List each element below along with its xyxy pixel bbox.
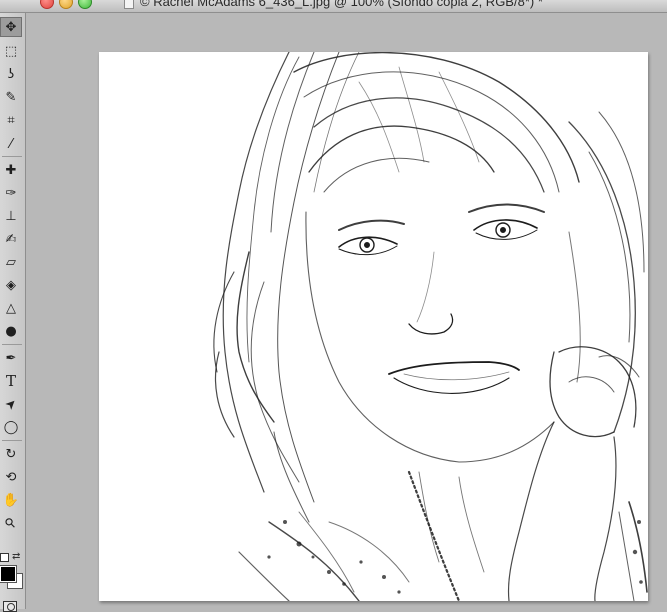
path-selection-tool-icon: ➤ (1, 394, 21, 414)
pen-tool-icon: ✒ (5, 350, 17, 366)
type-tool-icon: T (5, 371, 16, 390)
document-image[interactable] (99, 52, 648, 601)
3d-orbit-tool-button[interactable]: ⟲ (0, 467, 22, 487)
move-tool-button[interactable]: ✥ (0, 17, 22, 37)
paint-bucket-tool-icon: ◈ (6, 277, 16, 293)
history-brush-tool-button[interactable]: ✍ (0, 229, 22, 249)
eyedropper-tool-button[interactable]: ⁄ (0, 134, 22, 154)
lasso-tool-icon: ʖ (7, 66, 15, 82)
tools-panel: ✥ ⬚ ʖ ✎ ⌗ ⁄ ✚ ✑ ⊥ ✍ ▱ ◈ △ ● ✒ T ➤ ◯ ↻ ⟲ … (0, 13, 26, 612)
type-tool-button[interactable]: T (0, 371, 22, 391)
blur-tool-button[interactable]: △ (0, 298, 22, 318)
swap-colors-icon[interactable]: ⇄ (12, 551, 20, 562)
crop-tool-icon: ⌗ (7, 112, 15, 128)
dodge-tool-button[interactable]: ● (0, 321, 22, 341)
ellipse-tool-button[interactable]: ◯ (0, 417, 22, 437)
quick-mask-button[interactable] (3, 601, 17, 612)
close-window-button[interactable] (40, 0, 54, 9)
sketch-portrait-image (213, 52, 648, 601)
quick-selection-tool-icon: ✎ (5, 89, 17, 105)
path-selection-tool-button[interactable]: ➤ (0, 394, 22, 414)
foreground-color-swatch[interactable] (0, 566, 16, 582)
marquee-tool-icon: ⬚ (4, 43, 18, 59)
brush-tool-icon: ✑ (5, 185, 17, 201)
ellipse-tool-icon: ◯ (3, 419, 19, 435)
3d-rotate-tool-icon: ↻ (5, 446, 17, 462)
lasso-tool-button[interactable]: ʖ (0, 64, 22, 84)
window-title: © Rachel McAdams 6_436_L.jpg @ 100% (Sfo… (140, 0, 543, 9)
zoom-window-button[interactable] (78, 0, 92, 9)
dodge-tool-icon: ● (5, 323, 17, 339)
eraser-tool-icon: ▱ (6, 254, 16, 270)
move-tool-icon: ✥ (5, 19, 17, 35)
3d-orbit-tool-icon: ⟲ (5, 469, 17, 485)
document-icon (124, 0, 134, 9)
marquee-tool-button[interactable]: ⬚ (0, 41, 22, 61)
zoom-tool-button[interactable]: ⚲ (0, 513, 22, 533)
title-bar: © Rachel McAdams 6_436_L.jpg @ 100% (Sfo… (0, 0, 667, 13)
hand-tool-button[interactable]: ✋ (0, 490, 22, 510)
default-colors-icon[interactable] (0, 553, 9, 562)
clone-stamp-tool-button[interactable]: ⊥ (0, 206, 22, 226)
clone-stamp-tool-icon: ⊥ (5, 208, 17, 224)
3d-rotate-tool-button[interactable]: ↻ (0, 444, 22, 464)
tools-divider (2, 344, 22, 345)
minimize-window-button[interactable] (59, 0, 73, 9)
healing-brush-tool-icon: ✚ (5, 162, 17, 178)
paint-bucket-tool-button[interactable]: ◈ (0, 275, 22, 295)
pen-tool-button[interactable]: ✒ (0, 348, 22, 368)
document-canvas-area[interactable] (26, 13, 667, 609)
history-brush-tool-icon: ✍ (5, 231, 17, 247)
tools-divider (2, 156, 22, 157)
brush-tool-button[interactable]: ✑ (0, 183, 22, 203)
zoom-tool-icon: ⚲ (2, 514, 20, 532)
crop-tool-button[interactable]: ⌗ (0, 110, 22, 130)
healing-brush-tool-button[interactable]: ✚ (0, 160, 22, 180)
quick-selection-tool-button[interactable]: ✎ (0, 87, 22, 107)
hand-tool-icon: ✋ (2, 492, 20, 508)
tools-divider (2, 440, 22, 441)
eyedropper-tool-icon: ⁄ (9, 136, 13, 152)
blur-tool-icon: △ (6, 300, 16, 316)
eraser-tool-button[interactable]: ▱ (0, 252, 22, 272)
